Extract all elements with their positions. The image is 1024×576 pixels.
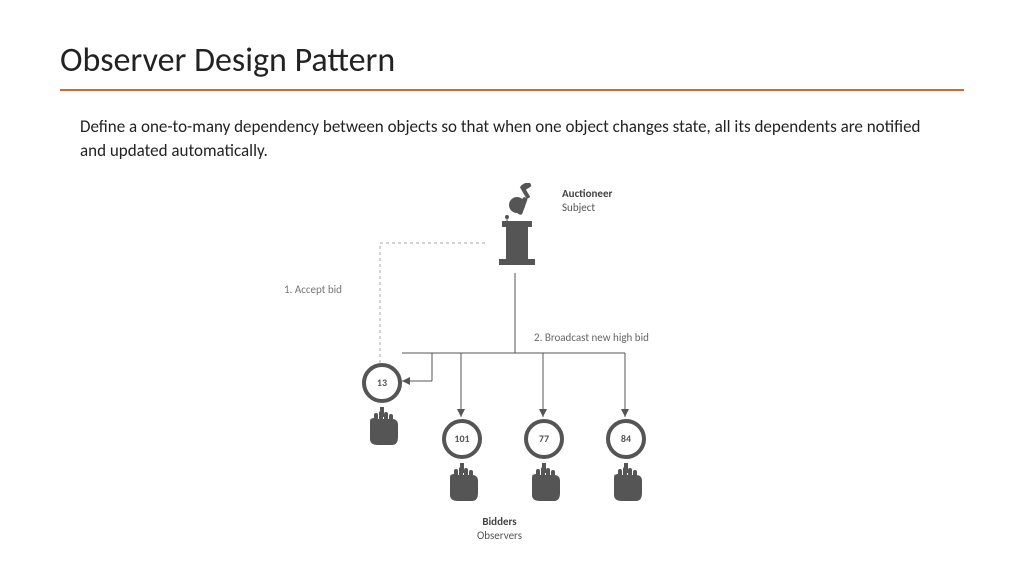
bidder-paddle-3: 77 (524, 419, 564, 459)
auctioneer-icon (487, 183, 547, 273)
bidder-number-3: 77 (539, 432, 549, 445)
auctioneer-label-normal: Subject (562, 201, 595, 214)
accept-bid-label: 1. Accept bid (284, 283, 342, 296)
slide-title: Observer Design Pattern (60, 40, 964, 81)
bidder-paddle-1: 13 (362, 363, 402, 403)
definition-text: Define a one-to-many dependency between … (80, 115, 944, 163)
bidders-label: Bidders Observers (477, 515, 522, 544)
broadcast-label: 2. Broadcast new high bid (534, 331, 649, 344)
observer-diagram: Auctioneer Subject 1. Accept bid 2. Broa… (262, 183, 762, 533)
bidder-paddle-4: 84 (606, 419, 646, 459)
title-rule (60, 89, 964, 91)
bidder-paddle-2: 101 (442, 419, 482, 459)
bidder-hand-icon (528, 463, 564, 505)
bidders-label-normal: Observers (477, 529, 522, 542)
bidder-number-2: 101 (454, 432, 469, 445)
bidders-label-bold: Bidders (477, 515, 522, 529)
auctioneer-label: Auctioneer Subject (562, 187, 612, 216)
bidder-number-1: 13 (377, 376, 387, 389)
bidder-hand-icon (610, 463, 646, 505)
bidder-number-4: 84 (621, 432, 631, 445)
bidder-hand-icon (446, 463, 482, 505)
auctioneer-label-bold: Auctioneer (562, 187, 612, 201)
bidder-hand-icon (366, 407, 402, 449)
